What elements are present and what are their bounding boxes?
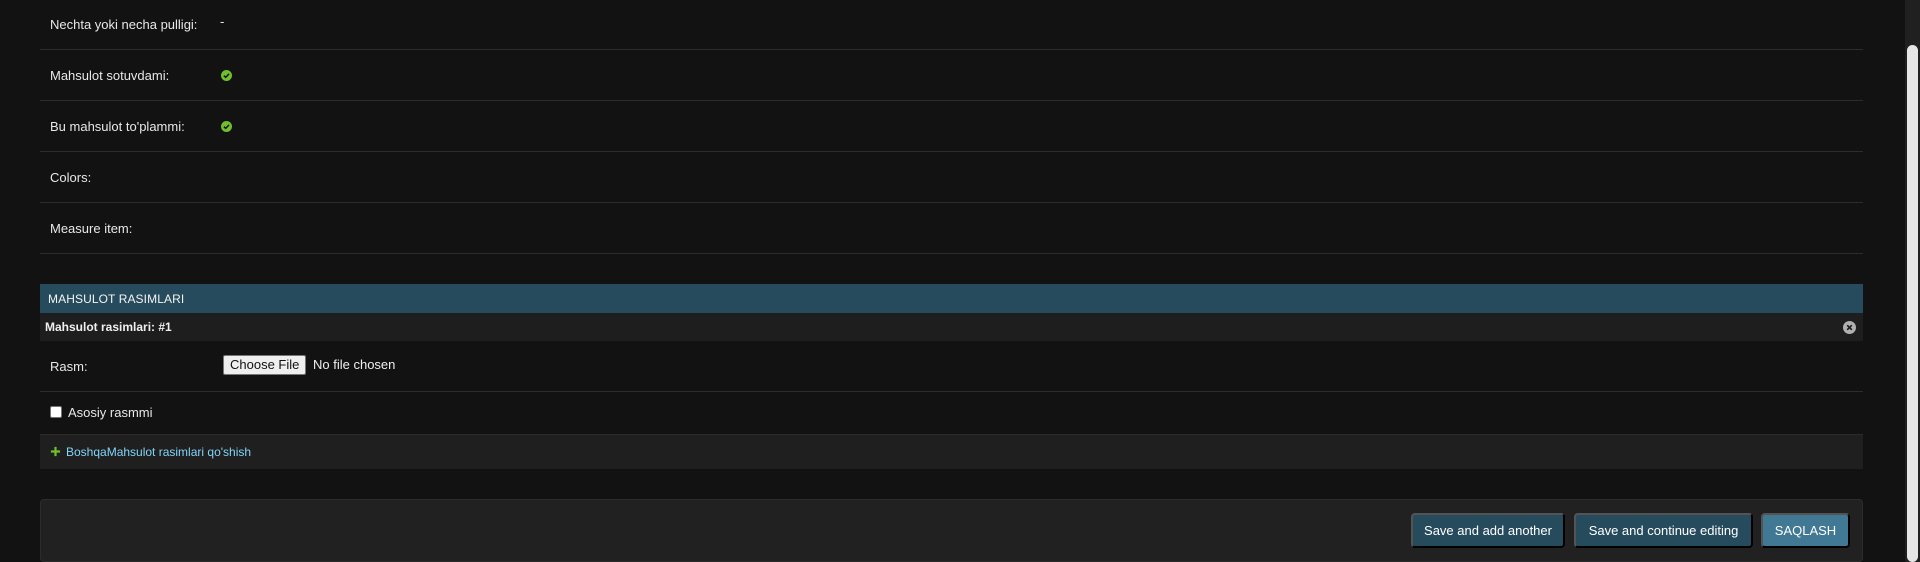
submit-row: Save and add another Save and continue e…: [40, 499, 1863, 562]
vertical-scrollbar[interactable]: [1905, 0, 1920, 562]
plus-icon[interactable]: [50, 446, 61, 457]
field-label-quantity: Nechta yoki necha pulligi:: [50, 17, 198, 32]
main-image-checkbox[interactable]: [50, 406, 62, 418]
file-status-text: No file chosen: [313, 357, 396, 372]
admin-change-form: Nechta yoki necha pulligi: - Mahsulot so…: [0, 0, 1920, 562]
inline-module-title: MAHSULOT RASIMLARI: [48, 291, 185, 306]
field-row-measure-item: Measure item:: [40, 203, 1863, 254]
inline-item-title: Mahsulot rasimlari: #1: [45, 320, 172, 334]
field-row-is-set: Bu mahsulot to'plammi:: [40, 101, 1863, 152]
field-row-main-image: Asosiy rasmmi: [40, 392, 1863, 434]
save-button[interactable]: SAQLASH: [1761, 513, 1850, 548]
scrollbar-thumb[interactable]: [1907, 45, 1918, 562]
field-label-colors: Colors:: [50, 169, 92, 185]
delete-inline-icon[interactable]: [1843, 321, 1856, 334]
save-and-continue-button[interactable]: Save and continue editing: [1574, 513, 1753, 548]
field-row-colors: Colors:: [40, 152, 1863, 203]
field-row-quantity: Nechta yoki necha pulligi: -: [40, 0, 1863, 50]
inline-item-header: Mahsulot rasimlari: #1: [40, 313, 1863, 341]
save-and-add-another-button[interactable]: Save and add another: [1411, 513, 1565, 548]
inline-module-header: MAHSULOT RASIMLARI: [40, 284, 1863, 313]
add-another-image-link[interactable]: BoshqaMahsulot rasimlari qo'shish: [66, 445, 251, 459]
field-label-on-sale: Mahsulot sotuvdami:: [50, 67, 170, 83]
field-row-on-sale: Mahsulot sotuvdami:: [40, 50, 1863, 101]
check-circle-icon: [221, 69, 232, 81]
main-image-checkbox-label[interactable]: Asosiy rasmmi: [68, 405, 153, 420]
field-label-measure-item: Measure item:: [50, 220, 133, 236]
field-row-image: Rasm: Choose File No file chosen: [40, 341, 1863, 392]
field-label-is-set: Bu mahsulot to'plammi:: [50, 118, 185, 134]
form-content: Nechta yoki necha pulligi: - Mahsulot so…: [40, 0, 1863, 562]
add-inline-row: BoshqaMahsulot rasimlari qo'shish: [40, 434, 1863, 469]
field-value-quantity: -: [220, 14, 225, 29]
check-circle-icon: [221, 120, 232, 132]
choose-file-button[interactable]: Choose File: [223, 355, 307, 375]
field-label-image: Rasm:: [50, 359, 88, 374]
